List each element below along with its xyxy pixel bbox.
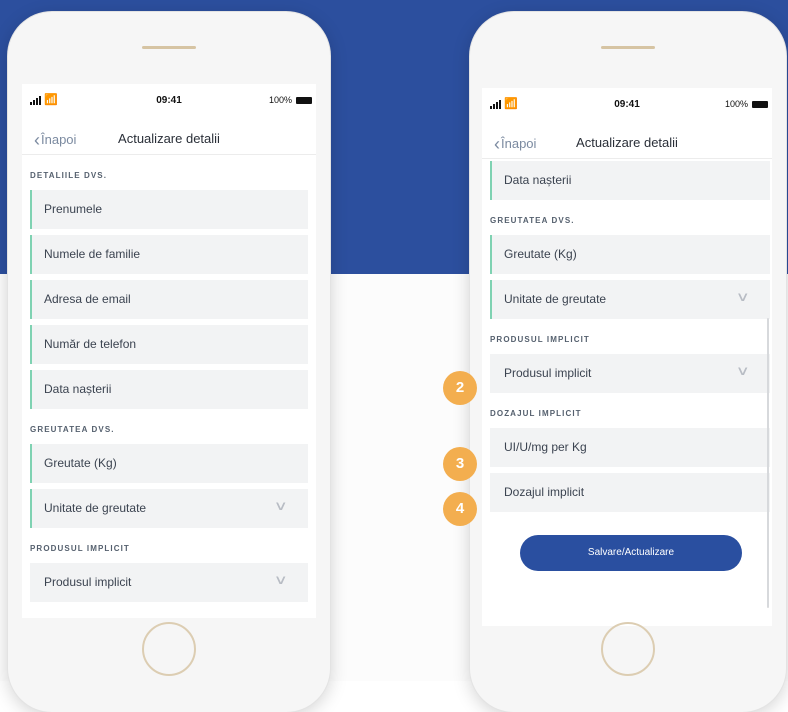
section-header-product: PRODUSUL IMPLICIT [30, 544, 130, 553]
chevron-down-icon: ∨ [736, 289, 751, 304]
battery-icon [752, 101, 768, 108]
field-placeholder: Unitate de greutate [504, 292, 607, 306]
save-update-button[interactable]: Salvare/Actualizare [520, 535, 742, 571]
last-name-field[interactable]: Numele de familie [30, 235, 308, 274]
field-placeholder: Unitate de greutate [44, 501, 147, 515]
field-placeholder: Data nașterii [504, 173, 572, 187]
weight-unit-select[interactable]: Unitate de greutate ∨ [490, 280, 770, 319]
battery-percent: 100% [268, 95, 292, 105]
home-button[interactable] [601, 622, 655, 676]
form-content: Data nașterii GREUTATEA DVS. Greutate (K… [482, 159, 772, 626]
speaker-grille [601, 46, 655, 49]
phone-screen: 📶 09:41 100% ‹Înapoi Actualizare detalii… [22, 84, 316, 618]
field-placeholder: Produsul implicit [504, 366, 592, 380]
speaker-grille [142, 46, 196, 49]
page-title: Actualizare detalii [118, 131, 220, 146]
chevron-down-icon: ∨ [274, 498, 289, 513]
weight-unit-select[interactable]: Unitate de greutate ∨ [30, 489, 308, 528]
field-placeholder: Data nașterii [44, 382, 112, 396]
section-header-details: DETALIILE DVS. [30, 171, 108, 180]
field-placeholder: Număr de telefon [44, 337, 137, 351]
birth-date-field[interactable]: Data nașterii [30, 370, 308, 409]
phone-screen: 📶 09:41 100% ‹Înapoi Actualizare detalii… [482, 88, 772, 626]
email-field[interactable]: Adresa de email [30, 280, 308, 319]
field-placeholder: UI/U/mg per Kg [504, 440, 587, 454]
weight-field[interactable]: Greutate (Kg) [490, 235, 770, 274]
birth-date-field[interactable]: Data nașterii [490, 161, 770, 200]
section-header-product: PRODUSUL IMPLICIT [490, 335, 590, 344]
phone-mockup-right: 📶 09:41 100% ‹Înapoi Actualizare detalii… [470, 12, 786, 712]
battery-icon [296, 97, 312, 104]
phone-mockup-left: 📶 09:41 100% ‹Înapoi Actualizare detalii… [8, 12, 330, 712]
default-dosage-field[interactable]: Dozajul implicit [490, 473, 770, 512]
field-placeholder: Produsul implicit [44, 575, 132, 589]
callout-badge-2: 2 [443, 371, 477, 405]
callout-badge-3: 3 [443, 447, 477, 481]
navigation-bar: ‹Înapoi Actualizare detalii [482, 124, 772, 159]
home-button[interactable] [142, 622, 196, 676]
section-header-weight: GREUTATEA DVS. [30, 425, 115, 434]
status-bar: 📶 09:41 100% [22, 94, 316, 107]
weight-field[interactable]: Greutate (Kg) [30, 444, 308, 483]
page-title: Actualizare detalii [576, 135, 678, 150]
status-bar: 📶 09:41 100% [482, 98, 772, 111]
section-header-weight: GREUTATEA DVS. [490, 216, 575, 225]
dosage-unit-field[interactable]: UI/U/mg per Kg [490, 428, 770, 467]
field-placeholder: Numele de familie [44, 247, 141, 261]
default-product-select[interactable]: Produsul implicit ∨ [30, 563, 308, 602]
battery-percent: 100% [724, 99, 748, 109]
field-placeholder: Greutate (Kg) [44, 456, 117, 470]
field-placeholder: Adresa de email [44, 292, 131, 306]
first-name-field[interactable]: Prenumele [30, 190, 308, 229]
chevron-down-icon: ∨ [736, 363, 751, 378]
field-placeholder: Greutate (Kg) [504, 247, 577, 261]
scrollbar[interactable] [767, 318, 769, 608]
phone-number-field[interactable]: Număr de telefon [30, 325, 308, 364]
field-placeholder: Prenumele [44, 202, 103, 216]
callout-badge-4: 4 [443, 492, 477, 526]
section-header-dosage: DOZAJUL IMPLICIT [490, 409, 582, 418]
chevron-down-icon: ∨ [274, 572, 289, 587]
field-placeholder: Dozajul implicit [504, 485, 585, 499]
form-content: DETALIILE DVS. Prenumele Numele de famil… [22, 155, 316, 618]
navigation-bar: ‹Înapoi Actualizare detalii [22, 120, 316, 155]
default-product-select[interactable]: Produsul implicit ∨ [490, 354, 770, 393]
